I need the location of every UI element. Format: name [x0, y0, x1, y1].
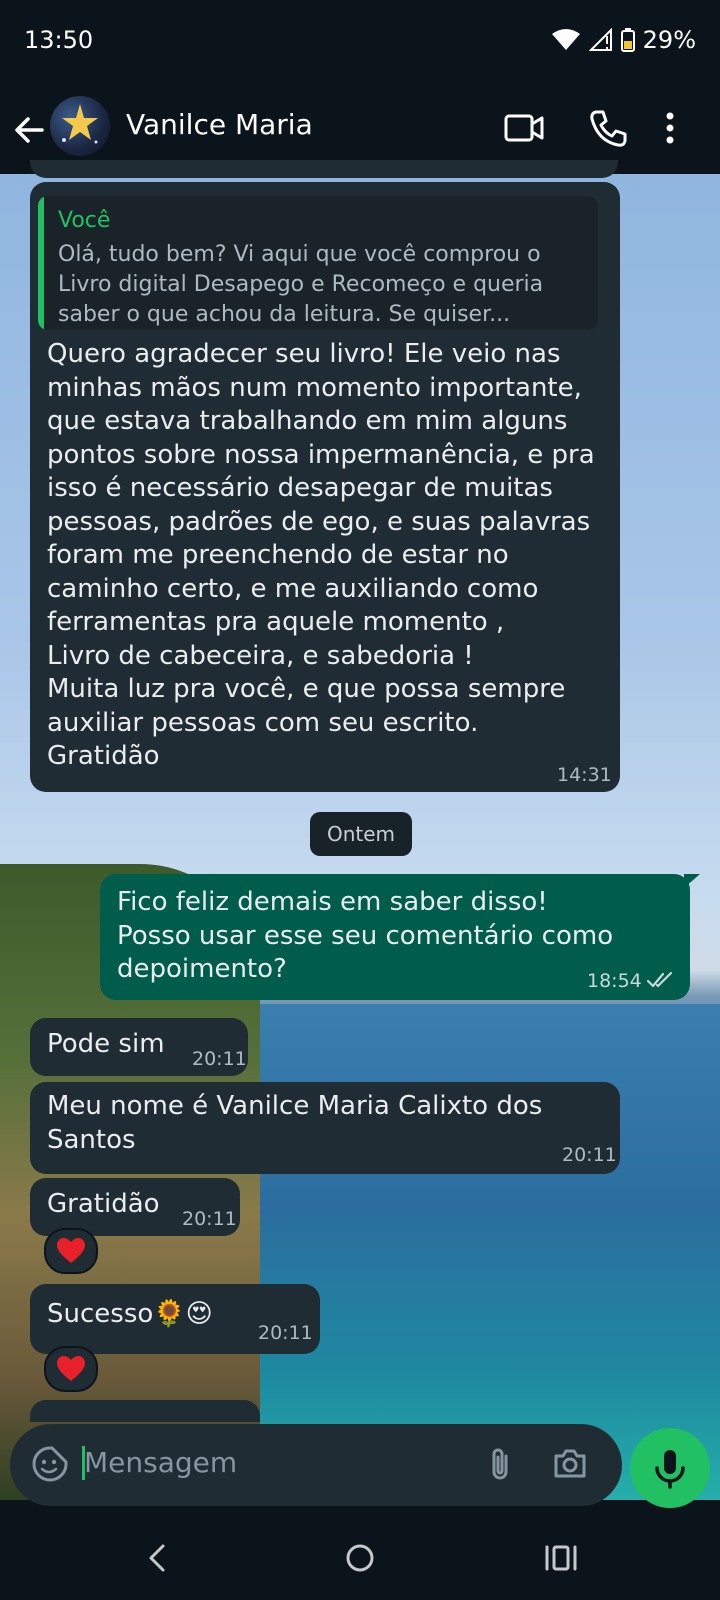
system-nav-bar	[0, 1516, 720, 1600]
status-bar: 13:50 29%	[0, 0, 720, 88]
bubble-tail	[684, 874, 700, 888]
message-time: 18:54	[587, 970, 642, 992]
video-call-icon[interactable]	[502, 106, 546, 150]
nav-back-icon[interactable]	[138, 1538, 178, 1578]
message-text: Gratidão	[47, 1189, 160, 1219]
voice-record-button[interactable]	[630, 1428, 710, 1508]
message-bubble-partial[interactable]	[30, 1400, 260, 1422]
message-bubble-partial[interactable]	[30, 160, 618, 178]
phone-icon[interactable]	[586, 106, 630, 150]
message-time: 20:11	[562, 1144, 617, 1166]
message-time: 20:11	[192, 1048, 247, 1070]
quoted-author: Você	[58, 208, 111, 233]
quoted-text: Olá, tudo bem? Vi aqui que você comprou …	[58, 240, 588, 330]
nav-recents-icon[interactable]	[541, 1538, 581, 1578]
nav-home-icon[interactable]	[340, 1538, 380, 1578]
status-icons: 29%	[551, 26, 696, 54]
message-composer[interactable]: Mensagem	[10, 1424, 622, 1506]
camera-icon[interactable]	[550, 1444, 590, 1484]
more-vert-icon[interactable]	[660, 106, 680, 150]
date-divider: Ontem	[310, 812, 412, 856]
quoted-message[interactable]: Você Olá, tudo bem? Vi aqui que você com…	[38, 196, 598, 330]
star-icon	[62, 104, 98, 144]
contact-name[interactable]: Vanilce Maria	[126, 108, 313, 141]
mic-icon	[655, 1450, 685, 1489]
status-time: 13:50	[24, 26, 94, 54]
battery-icon	[620, 28, 635, 52]
message-text: Meu nome é Vanilce Maria Calixto dos San…	[47, 1091, 551, 1155]
reaction-badge[interactable]	[44, 1346, 98, 1392]
arrow-left-icon[interactable]	[12, 108, 48, 152]
paperclip-icon[interactable]	[480, 1444, 520, 1484]
quote-bar	[38, 196, 44, 330]
message-time: 20:11	[258, 1322, 313, 1344]
message-text: Pode sim	[47, 1029, 165, 1059]
heart-icon	[57, 1238, 85, 1263]
message-time: 20:11	[182, 1208, 237, 1230]
battery-percent: 29%	[642, 26, 696, 54]
contact-avatar[interactable]	[50, 96, 110, 156]
heart-icon	[57, 1356, 85, 1381]
message-text: Quero agradecer seu livro! Ele veio nas …	[47, 339, 595, 771]
reaction-badge[interactable]	[44, 1228, 98, 1274]
sticker-icon[interactable]	[30, 1444, 70, 1484]
wifi-icon	[551, 29, 580, 50]
message-time: 14:31	[557, 764, 612, 786]
message-text: Sucesso🌻😍	[47, 1299, 213, 1329]
message-input[interactable]: Mensagem	[84, 1446, 237, 1479]
double-check-icon	[646, 971, 673, 988]
signal-icon	[588, 28, 612, 51]
quoted-text-content: Olá, tudo bem? Vi aqui que você comprou …	[58, 242, 544, 327]
